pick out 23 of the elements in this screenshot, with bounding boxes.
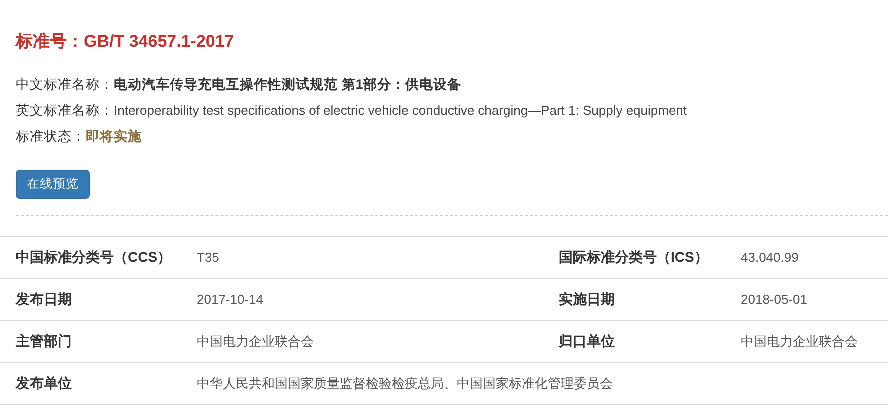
table-cell-text: 发布日期 <box>16 290 73 308</box>
table-cell-text: 主管部门 <box>16 332 73 350</box>
table-cell-text: 2018-05-01 <box>741 292 808 307</box>
table-cell-text: 发布单位 <box>16 374 73 392</box>
table-cell-text: T35 <box>197 250 220 265</box>
table-cell-text: 中国电力企业联合会 <box>197 332 315 350</box>
field-label: 标准状态： <box>16 129 86 144</box>
field-label: 中文标准名称： <box>16 77 114 92</box>
table-cell-text: 国际标准分类号（ICS） <box>559 248 710 266</box>
field-label: 英文标准名称： <box>16 103 114 118</box>
table-cell-text: 中国电力企业联合会 <box>741 332 859 350</box>
field-value: 电动汽车传导充电互操作性测试规范 第1部分：供电设备 <box>114 77 462 92</box>
standard-number: GB/T 34657.1-2017 <box>84 32 234 51</box>
table-cell-text: 中国标准分类号（CCS） <box>16 248 173 266</box>
table-cell-text: 2017-10-14 <box>197 292 264 307</box>
table-cell-text: 归口单位 <box>559 332 616 350</box>
standard-number-label: 标准号： <box>16 32 84 51</box>
field-value: 即将实施 <box>86 129 142 144</box>
table-cell-text: 中华人民共和国国家质量监督检验检疫总局、中国国家标准化管理委员会 <box>197 374 614 392</box>
table-cell-text: 43.040.99 <box>741 250 800 265</box>
field-value: Interoperability test specifications of electric vehicle conductive charging—Part 1: Supply equipment <box>114 103 688 118</box>
preview-button[interactable]: 在线预览 <box>16 170 90 199</box>
table-cell-text: 实施日期 <box>559 290 616 308</box>
